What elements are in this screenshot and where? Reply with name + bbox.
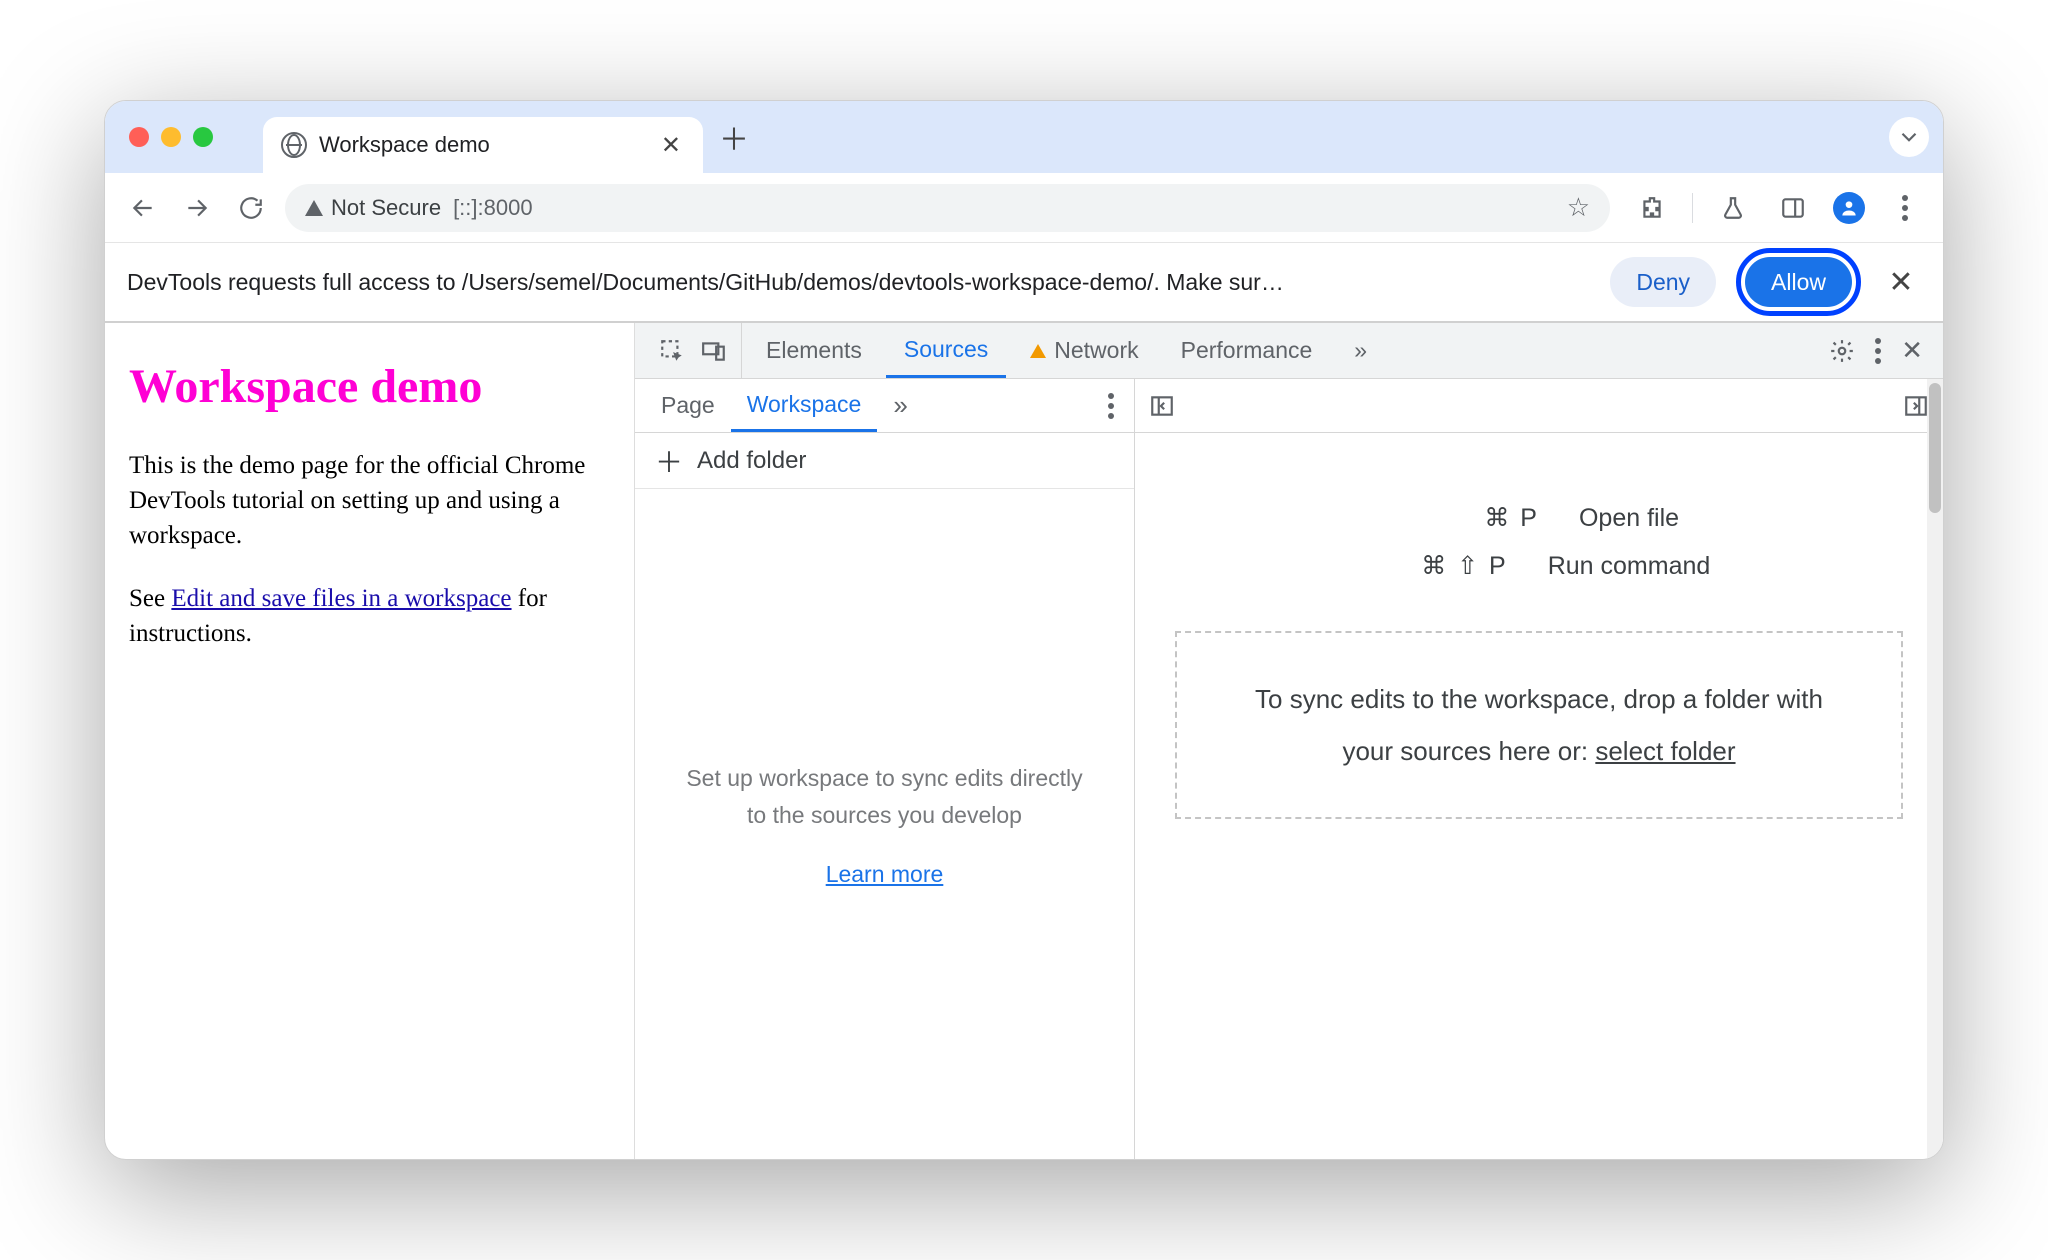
tab-strip: Workspace demo ✕ ＋: [105, 101, 1943, 173]
editor-toolbar: [1135, 379, 1943, 433]
person-icon: [1839, 198, 1859, 218]
nav-tab-workspace[interactable]: Workspace: [731, 379, 878, 432]
warning-icon: [305, 200, 323, 216]
devtools-body: Page Workspace » ＋ Add folder Set up wor…: [635, 379, 1943, 1159]
divider: [1692, 193, 1693, 223]
devtools-tabbar: Elements Sources Network Performance » ✕: [635, 323, 1943, 379]
workspace-empty-state: Set up workspace to sync edits directly …: [635, 489, 1134, 1159]
workspace-hint: Set up workspace to sync edits directly …: [675, 760, 1094, 834]
allow-highlight: Allow: [1736, 248, 1861, 316]
shortcuts-hint: ⌘ P Open file ⌘ ⇧ P Run command: [1175, 503, 1903, 581]
tab-performance[interactable]: Performance: [1163, 323, 1331, 378]
tab-network[interactable]: Network: [1012, 323, 1156, 378]
allow-button[interactable]: Allow: [1745, 257, 1852, 307]
page-viewport: Workspace demo This is the demo page for…: [105, 323, 635, 1159]
arrow-left-icon: [130, 195, 156, 221]
url-text: [::]:8000: [453, 195, 533, 221]
run-command-label: Run command: [1548, 552, 1711, 581]
inspect-icon[interactable]: [659, 338, 685, 364]
run-command-keys: ⌘ ⇧ P: [1368, 551, 1508, 581]
tab-sources[interactable]: Sources: [886, 323, 1006, 378]
open-file-label: Open file: [1579, 504, 1679, 533]
labs-button[interactable]: [1713, 188, 1753, 228]
drop-zone[interactable]: To sync edits to the workspace, drop a f…: [1175, 631, 1903, 819]
side-panel-button[interactable]: [1773, 188, 1813, 228]
browser-tab[interactable]: Workspace demo ✕: [263, 117, 703, 173]
navigator-pane: Page Workspace » ＋ Add folder Set up wor…: [635, 379, 1135, 1159]
new-tab-button[interactable]: ＋: [715, 118, 753, 156]
tab-title: Workspace demo: [319, 132, 645, 158]
warning-icon: [1030, 344, 1046, 358]
permission-infobar: DevTools requests full access to /Users/…: [105, 243, 1943, 323]
page-para-2: See Edit and save files in a workspace f…: [129, 581, 610, 651]
scrollbar[interactable]: [1927, 379, 1943, 1159]
show-debugger-icon[interactable]: [1903, 393, 1929, 419]
security-badge[interactable]: Not Secure: [305, 195, 441, 221]
nav-more-tabs[interactable]: »: [883, 379, 917, 432]
chevron-down-icon: [1896, 124, 1922, 150]
plus-icon: ＋: [655, 441, 683, 481]
select-folder-link[interactable]: select folder: [1595, 736, 1735, 766]
not-secure-label: Not Secure: [331, 195, 441, 221]
device-toggle-icon[interactable]: [701, 338, 727, 364]
minimize-window-button[interactable]: [161, 127, 181, 147]
page-heading: Workspace demo: [129, 353, 610, 420]
deny-button[interactable]: Deny: [1610, 257, 1716, 307]
puzzle-icon: [1639, 195, 1665, 221]
add-folder-button[interactable]: ＋ Add folder: [635, 433, 1134, 489]
more-tabs-button[interactable]: »: [1336, 323, 1385, 378]
nav-tab-page[interactable]: Page: [645, 379, 731, 432]
panel-icon: [1780, 195, 1806, 221]
open-file-keys: ⌘ P: [1399, 503, 1539, 533]
kebab-icon: [1902, 195, 1908, 221]
close-window-button[interactable]: [129, 127, 149, 147]
window-controls: [129, 127, 213, 147]
browser-window: Workspace demo ✕ ＋ Not Secure [::]:8000 …: [104, 100, 1944, 1160]
flask-icon: [1720, 195, 1746, 221]
tutorial-link[interactable]: Edit and save files in a workspace: [171, 585, 511, 612]
infobar-message: DevTools requests full access to /Users/…: [127, 269, 1590, 296]
scrollbar-thumb[interactable]: [1929, 383, 1941, 513]
devtools-menu-button[interactable]: [1875, 338, 1881, 364]
tab-search-button[interactable]: [1889, 117, 1929, 157]
gear-icon[interactable]: [1829, 338, 1855, 364]
close-devtools-button[interactable]: ✕: [1901, 335, 1923, 366]
reload-button[interactable]: [231, 188, 271, 228]
maximize-window-button[interactable]: [193, 127, 213, 147]
close-tab-button[interactable]: ✕: [657, 131, 685, 160]
toolbar-actions: [1624, 188, 1925, 228]
address-bar[interactable]: Not Secure [::]:8000 ☆: [285, 184, 1610, 232]
toolbar: Not Secure [::]:8000 ☆: [105, 173, 1943, 243]
navigator-tabs: Page Workspace »: [635, 379, 1134, 433]
forward-button[interactable]: [177, 188, 217, 228]
devtools: Elements Sources Network Performance » ✕: [635, 323, 1943, 1159]
learn-more-link[interactable]: Learn more: [826, 861, 944, 888]
editor-content: ⌘ P Open file ⌘ ⇧ P Run command To sync …: [1135, 433, 1943, 1159]
reload-icon: [238, 195, 264, 221]
tab-elements[interactable]: Elements: [748, 323, 880, 378]
back-button[interactable]: [123, 188, 163, 228]
extensions-button[interactable]: [1632, 188, 1672, 228]
editor-pane: ⌘ P Open file ⌘ ⇧ P Run command To sync …: [1135, 379, 1943, 1159]
page-para-1: This is the demo page for the official C…: [129, 448, 610, 553]
arrow-right-icon: [184, 195, 210, 221]
main-split: Workspace demo This is the demo page for…: [105, 323, 1943, 1159]
globe-icon: [281, 132, 307, 158]
show-navigator-icon[interactable]: [1149, 393, 1175, 419]
close-infobar-button[interactable]: ✕: [1881, 265, 1921, 300]
nav-menu-button[interactable]: [1098, 379, 1124, 432]
bookmark-button[interactable]: ☆: [1567, 192, 1590, 223]
profile-button[interactable]: [1833, 192, 1865, 224]
menu-button[interactable]: [1885, 188, 1925, 228]
